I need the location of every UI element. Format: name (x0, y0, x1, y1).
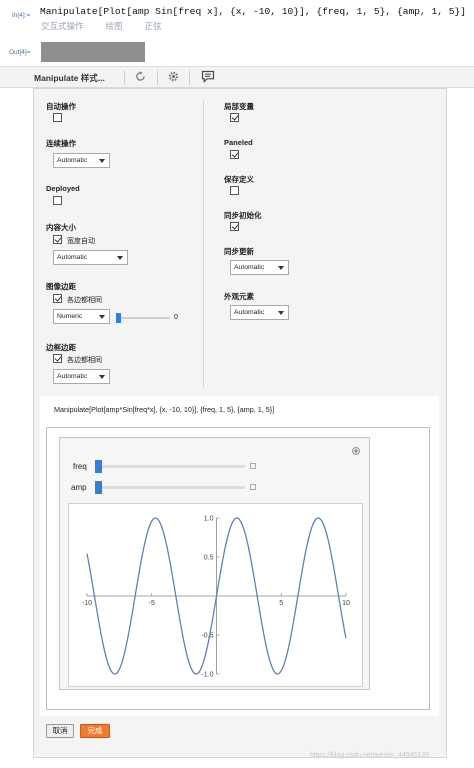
dropdown-value: Automatic (57, 254, 88, 261)
done-button[interactable]: 完成 (80, 724, 110, 738)
image-margins-label: 图像边距 (46, 282, 76, 291)
chevron-down-icon (99, 375, 105, 379)
image-margins-same-checkbox[interactable] (53, 294, 62, 303)
sine-plot: -10 -5 5 10 1.0 0.5 -0.5 -1.0 (82, 516, 350, 679)
sync-initialization-checkbox[interactable] (230, 222, 239, 231)
dropdown-value: Automatic (234, 264, 265, 271)
plot-graph: -10 -5 5 10 1.0 0.5 -0.5 -1.0 (68, 503, 363, 687)
image-margins-slider-value: 0 (174, 314, 178, 321)
sub-label-interactive[interactable]: 交互式操作 (41, 22, 84, 32)
y-tick-label: -1.0 (201, 672, 213, 679)
auto-action-label: 自动操作 (46, 102, 76, 111)
chevron-down-icon (278, 311, 284, 315)
appearance-elements-dropdown[interactable]: Automatic (230, 305, 289, 320)
toolbar-separator (157, 70, 158, 85)
preview-expression: Manipulate[Plot[amp*Sin[freq*x], {x, -10… (54, 405, 275, 414)
content-size-dropdown[interactable]: Automatic (53, 250, 128, 265)
toolbar-title[interactable]: Manipulate 样式... (34, 72, 105, 84)
auto-action-checkbox[interactable] (53, 113, 62, 122)
local-variables-label: 局部变量 (224, 102, 254, 111)
save-definitions-label: 保存定义 (224, 175, 254, 184)
x-tick-label: 10 (342, 600, 350, 607)
dropdown-value: Automatic (234, 309, 265, 316)
x-tick-label: -10 (82, 600, 92, 607)
frame-margins-dropdown[interactable]: Automatic (53, 369, 110, 384)
image-margins-slider[interactable] (116, 317, 170, 319)
output-placeholder (41, 42, 145, 62)
dropdown-value: Automatic (57, 157, 88, 164)
chevron-down-icon (278, 266, 284, 270)
y-tick-label: 0.5 (204, 555, 214, 562)
cancel-button[interactable]: 取消 (46, 724, 74, 738)
chevron-down-icon (117, 256, 123, 260)
freq-slider[interactable] (95, 465, 245, 468)
plus-icon[interactable] (352, 447, 360, 455)
refresh-icon[interactable] (133, 70, 148, 85)
gear-icon[interactable] (166, 70, 181, 85)
paneled-checkbox[interactable] (230, 150, 239, 159)
x-tick-label: -5 (149, 600, 155, 607)
dropdown-value: Numeric (57, 313, 83, 320)
freq-slider-thumb[interactable] (95, 460, 102, 473)
in-label: In[4]:= (12, 12, 31, 19)
continuous-action-dropdown[interactable]: Automatic (53, 153, 110, 168)
out-label: Out[4]= (9, 49, 31, 56)
sync-update-label: 同步更新 (224, 247, 254, 256)
sub-label-plot[interactable]: 绘图 (106, 22, 123, 32)
amp-slider-thumb[interactable] (95, 481, 102, 494)
frame-margins-same-checkbox[interactable] (53, 354, 62, 363)
toolbar-separator (189, 70, 190, 85)
sub-label-sin[interactable]: 正弦 (145, 22, 162, 32)
continuous-action-label: 连续操作 (46, 139, 76, 148)
freq-control-label: freq (73, 462, 87, 471)
y-tick-label: 1.0 (204, 516, 214, 523)
content-size-label: 内容大小 (46, 223, 76, 232)
width-auto-checkbox[interactable] (53, 235, 62, 244)
width-auto-label: 宽度自动 (67, 238, 95, 245)
amp-expand-icon[interactable] (250, 484, 256, 490)
amp-control-label: amp (71, 483, 87, 492)
image-margins-same-label: 各边都相同 (67, 297, 102, 304)
amp-slider[interactable] (95, 486, 245, 489)
comment-icon[interactable] (200, 70, 215, 85)
x-tick-label: 5 (279, 600, 283, 607)
chevron-down-icon (99, 315, 105, 319)
y-tick-label: -0.5 (201, 633, 213, 640)
frame-margins-label: 边框边距 (46, 343, 76, 352)
paneled-label: Paneled (224, 138, 253, 147)
image-margins-dropdown[interactable]: Numeric (53, 309, 110, 324)
watermark: https://blog.csdn.net/weixin_44945135 (310, 752, 430, 759)
column-separator (203, 100, 204, 388)
sync-initialization-label: 同步初始化 (224, 211, 262, 220)
sync-update-dropdown[interactable]: Automatic (230, 260, 289, 275)
input-code[interactable]: Manipulate[Plot[amp Sin[freq x], {x, -10… (40, 6, 466, 17)
save-definitions-checkbox[interactable] (230, 186, 239, 195)
deployed-checkbox[interactable] (53, 196, 62, 205)
deployed-label: Deployed (46, 184, 80, 193)
input-sub-labels: 交互式操作 绘图 正弦 (41, 20, 184, 32)
local-variables-checkbox[interactable] (230, 113, 239, 122)
image-margins-slider-thumb[interactable] (116, 313, 121, 323)
freq-expand-icon[interactable] (250, 463, 256, 469)
chevron-down-icon (99, 159, 105, 163)
dropdown-value: Automatic (57, 373, 88, 380)
appearance-elements-label: 外观元素 (224, 292, 254, 301)
frame-margins-same-label: 各边都相同 (67, 357, 102, 364)
toolbar-separator (124, 70, 125, 85)
